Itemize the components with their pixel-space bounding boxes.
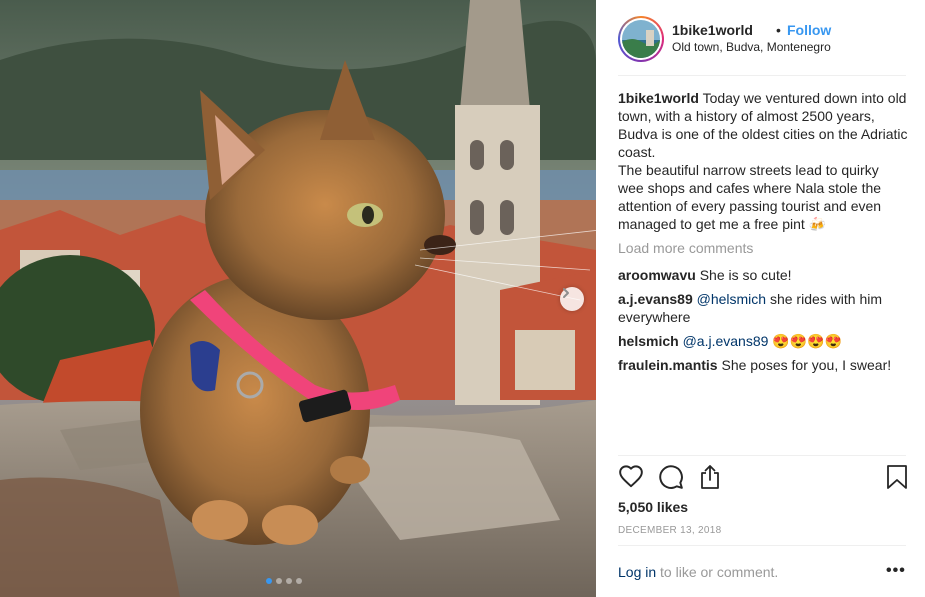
chevron-right-icon (563, 288, 569, 298)
comment-icon (659, 465, 683, 489)
more-options-button[interactable]: ••• (886, 562, 906, 580)
action-bar (618, 464, 908, 492)
carousel-dot (276, 578, 282, 584)
share-button[interactable] (698, 464, 722, 493)
post-sidebar: 1bike1world • Follow Old town, Budva, Mo… (596, 0, 925, 597)
comment-text: She poses for you, I swear! (721, 357, 892, 373)
like-count[interactable]: 5,050 likes (618, 499, 688, 515)
post-caption: 1bike1world Today we ventured down into … (618, 89, 908, 233)
login-prompt: Log in to like or comment. (618, 564, 778, 580)
post-header: 1bike1world • Follow Old town, Budva, Mo… (618, 16, 906, 76)
caption-text-2: The beautiful narrow streets lead to qui… (618, 162, 882, 232)
bookmark-icon (887, 465, 907, 489)
comment: helsmich @a.j.evans89 😍😍😍😍 (618, 332, 908, 350)
save-button[interactable] (886, 464, 908, 493)
header-separator: • (776, 22, 781, 38)
login-link[interactable]: Log in (618, 564, 656, 580)
avatar[interactable] (618, 16, 664, 62)
login-prompt-text: to like or comment. (656, 564, 779, 580)
follow-button[interactable]: Follow (787, 22, 831, 38)
comment: aroomwavu She is so cute! (618, 266, 908, 284)
comment: fraulein.mantis She poses for you, I swe… (618, 356, 908, 374)
comment-button[interactable] (658, 464, 684, 493)
comment-mention[interactable]: @a.j.evans89 (683, 333, 769, 349)
comment-username[interactable]: fraulein.mantis (618, 357, 718, 373)
share-icon (701, 465, 719, 489)
carousel-dot (286, 578, 292, 584)
comment-username[interactable]: helsmich (618, 333, 679, 349)
comment-list: aroomwavu She is so cute! a.j.evans89 @h… (618, 266, 908, 380)
post-date: DECEMBER 13, 2018 (618, 525, 722, 536)
comment-username[interactable]: a.j.evans89 (618, 291, 693, 307)
location-link[interactable]: Old town, Budva, Montenegro (672, 40, 831, 54)
comment-username[interactable]: aroomwavu (618, 267, 696, 283)
divider (618, 545, 906, 546)
comment-text: 😍😍😍😍 (772, 333, 843, 349)
divider (618, 455, 906, 456)
post-photo[interactable] (0, 0, 596, 597)
avatar-frame (620, 18, 662, 60)
comment-mention[interactable]: @helsmich (697, 291, 766, 307)
instagram-post: 1bike1world • Follow Old town, Budva, Mo… (0, 0, 925, 597)
caption-username[interactable]: 1bike1world (618, 90, 699, 106)
carousel-indicator (266, 578, 302, 584)
header-username[interactable]: 1bike1world (672, 22, 753, 38)
next-photo-button[interactable] (560, 287, 584, 311)
comment-text: She is so cute! (699, 267, 792, 283)
photo-illustration (0, 0, 596, 597)
comment: a.j.evans89 @helsmich she rides with him… (618, 290, 908, 326)
load-more-comments-button[interactable]: Load more comments (618, 240, 753, 256)
like-button[interactable] (618, 464, 644, 493)
avatar-image (622, 20, 660, 58)
heart-icon (619, 465, 643, 488)
carousel-dot (266, 578, 272, 584)
carousel-dot (296, 578, 302, 584)
avatar-picture (622, 20, 660, 58)
